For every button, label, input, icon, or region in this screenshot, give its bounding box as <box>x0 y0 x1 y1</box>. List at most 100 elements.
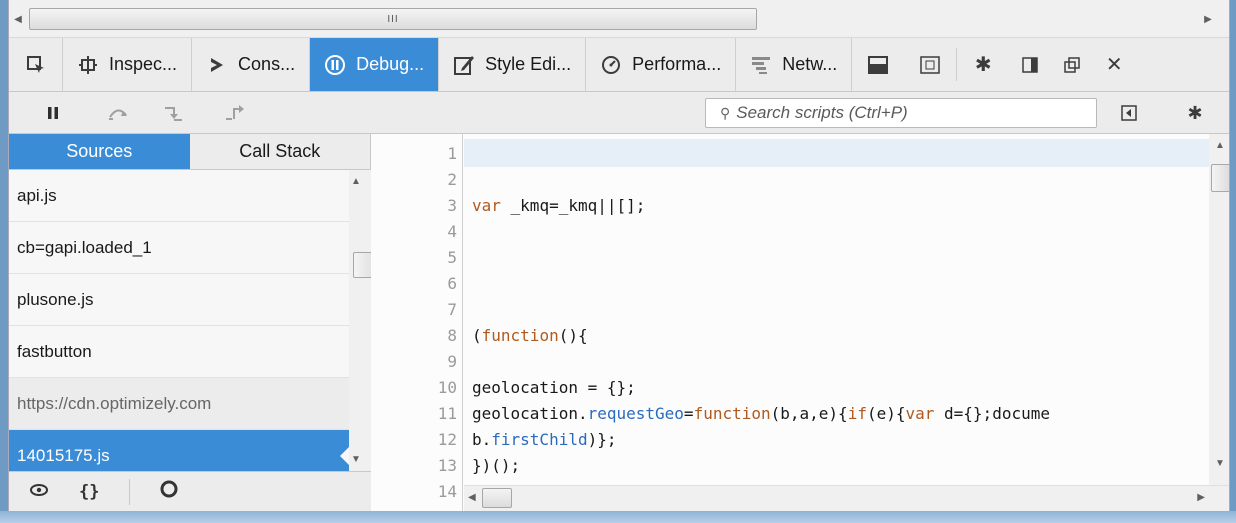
search-icon: ⚲ <box>720 104 731 121</box>
line-number: 2 <box>447 170 457 189</box>
line-number: 3 <box>447 196 457 215</box>
line-number-gutter: 1 2 3 4 5 6 7 8 9 10 11 12 13 14 <box>371 134 463 511</box>
code-line: b.firstChild)}; <box>472 430 617 449</box>
page-horizontal-scrollbar[interactable]: ◀ III ▶ <box>9 0 1229 38</box>
pause-button[interactable] <box>39 100 67 126</box>
scrollbar-grip: III <box>387 13 399 25</box>
scroll-up-arrow-icon[interactable]: ▲ <box>1215 140 1225 151</box>
sources-list: api.js cb=gapi.loaded_1 plusone.js fastb… <box>9 170 350 482</box>
sources-sidebar: Sources Call Stack api.js cb=gapi.loaded… <box>9 134 379 511</box>
pause-icon <box>48 107 58 119</box>
tab-performance[interactable]: Performa... <box>586 38 737 91</box>
breakpoints-toggle-icon[interactable] <box>160 480 178 503</box>
gear-icon: ✱ <box>1187 102 1203 123</box>
editor-vertical-scrollbar[interactable]: ▲ ▼ <box>1209 134 1229 485</box>
devtools-window: ◀ III ▶ Inspec... Cons... Debug... Style… <box>8 0 1230 511</box>
tab-label: Style Edi... <box>485 54 572 74</box>
sidebar-tabs: Sources Call Stack <box>9 134 370 170</box>
line-number: 11 <box>437 404 457 423</box>
step-in-icon <box>165 107 182 121</box>
line-number: 13 <box>437 456 457 475</box>
line-number: 9 <box>447 352 457 371</box>
console-icon <box>206 54 228 76</box>
line-number: 14 <box>437 482 457 501</box>
code-line: geolocation.requestGeo=function(b,a,e){i… <box>472 404 1050 423</box>
source-editor[interactable]: 1 2 3 4 5 6 7 8 9 10 11 12 13 14 var _km… <box>371 134 1229 511</box>
scroll-up-arrow-icon[interactable]: ▲ <box>351 176 361 187</box>
devtools-toolbar: Inspec... Cons... Debug... Style Edi... … <box>9 38 1229 92</box>
code-line: geolocation = {}; <box>472 378 636 397</box>
sidebar-footer: {} <box>9 471 371 511</box>
dock-side-icon <box>1022 56 1038 73</box>
split-console-button[interactable] <box>852 38 904 91</box>
tab-sources[interactable]: Sources <box>9 134 190 170</box>
code-line: })(); <box>472 456 521 475</box>
source-group-header: https://cdn.optimizely.com <box>9 378 349 430</box>
code-area[interactable]: var _kmq=_kmq||[]; (function(){ geolocat… <box>464 134 1209 485</box>
style-editor-icon <box>453 54 475 76</box>
gear-icon: ✱ <box>974 54 992 76</box>
debugger-toolbar: ⚲ ✱ <box>9 92 1229 134</box>
tab-label: Performa... <box>632 54 722 74</box>
undock-button[interactable] <box>1051 38 1093 91</box>
tab-call-stack[interactable]: Call Stack <box>189 134 370 170</box>
scroll-right-arrow-icon[interactable]: ▶ <box>1197 492 1205 503</box>
responsive-mode-button[interactable] <box>904 38 956 91</box>
tab-label: Debug... <box>356 54 425 74</box>
tab-inspector[interactable]: Inspec... <box>63 38 193 91</box>
tab-style-editor[interactable]: Style Edi... <box>439 38 587 91</box>
scroll-right-arrow-icon[interactable]: ▶ <box>1199 8 1217 30</box>
line-number: 7 <box>447 300 457 319</box>
source-item[interactable]: api.js <box>9 170 349 222</box>
scroll-down-arrow-icon[interactable]: ▼ <box>351 454 361 465</box>
debugger-options-button[interactable]: ✱ <box>1181 100 1209 126</box>
options-button[interactable]: ✱ <box>957 38 1009 91</box>
toggle-panes-icon <box>1121 105 1137 121</box>
search-input[interactable] <box>736 103 1077 123</box>
scrollbar-thumb[interactable] <box>482 488 512 508</box>
undock-icon <box>1064 56 1080 73</box>
pretty-print-icon[interactable]: {} <box>79 482 99 502</box>
step-out-icon <box>226 105 244 120</box>
scrollbar-thumb[interactable]: III <box>29 8 757 30</box>
source-item[interactable]: fastbutton <box>9 326 349 378</box>
dock-side-button[interactable] <box>1009 38 1051 91</box>
split-console-icon <box>868 55 889 74</box>
element-picker-button[interactable] <box>9 38 63 91</box>
scroll-left-arrow-icon[interactable]: ◀ <box>468 492 476 503</box>
editor-horizontal-scrollbar[interactable]: ◀ ▶ <box>464 485 1229 511</box>
tab-label: Cons... <box>238 54 296 74</box>
step-over-button[interactable] <box>104 100 132 126</box>
scroll-left-arrow-icon[interactable]: ◀ <box>9 8 27 30</box>
line-number: 1 <box>447 144 457 163</box>
inspector-icon <box>77 54 99 76</box>
debugger-icon <box>324 54 346 76</box>
network-icon <box>750 54 772 76</box>
code-line: (function(){ <box>472 326 588 345</box>
step-in-button[interactable] <box>159 100 187 126</box>
search-box[interactable]: ⚲ <box>705 98 1097 128</box>
tab-network[interactable]: Netw... <box>736 38 853 91</box>
source-item[interactable]: cb=gapi.loaded_1 <box>9 222 349 274</box>
footer-divider <box>129 478 131 505</box>
tab-debugger[interactable]: Debug... <box>310 38 440 91</box>
sidebar-vertical-scrollbar[interactable]: ▲ ▼ <box>349 170 379 471</box>
element-picker-icon <box>26 55 44 73</box>
responsive-mode-icon <box>920 55 940 74</box>
line-number: 6 <box>447 274 457 293</box>
tab-console[interactable]: Cons... <box>192 38 311 91</box>
line-number: 5 <box>447 248 457 267</box>
source-item[interactable]: plusone.js <box>9 274 349 326</box>
scroll-down-arrow-icon[interactable]: ▼ <box>1215 458 1225 469</box>
scrollbar-thumb[interactable] <box>1211 164 1229 192</box>
close-icon: ✕ <box>1105 54 1123 76</box>
black-box-eye-icon[interactable] <box>29 481 49 502</box>
toggle-panes-button[interactable] <box>1115 100 1143 126</box>
line-number: 12 <box>437 430 457 449</box>
line-number: 8 <box>447 326 457 345</box>
performance-icon <box>600 54 622 76</box>
close-button[interactable]: ✕ <box>1093 38 1135 91</box>
step-out-button[interactable] <box>221 100 249 126</box>
line-number: 4 <box>447 222 457 241</box>
step-over-icon <box>109 109 127 120</box>
